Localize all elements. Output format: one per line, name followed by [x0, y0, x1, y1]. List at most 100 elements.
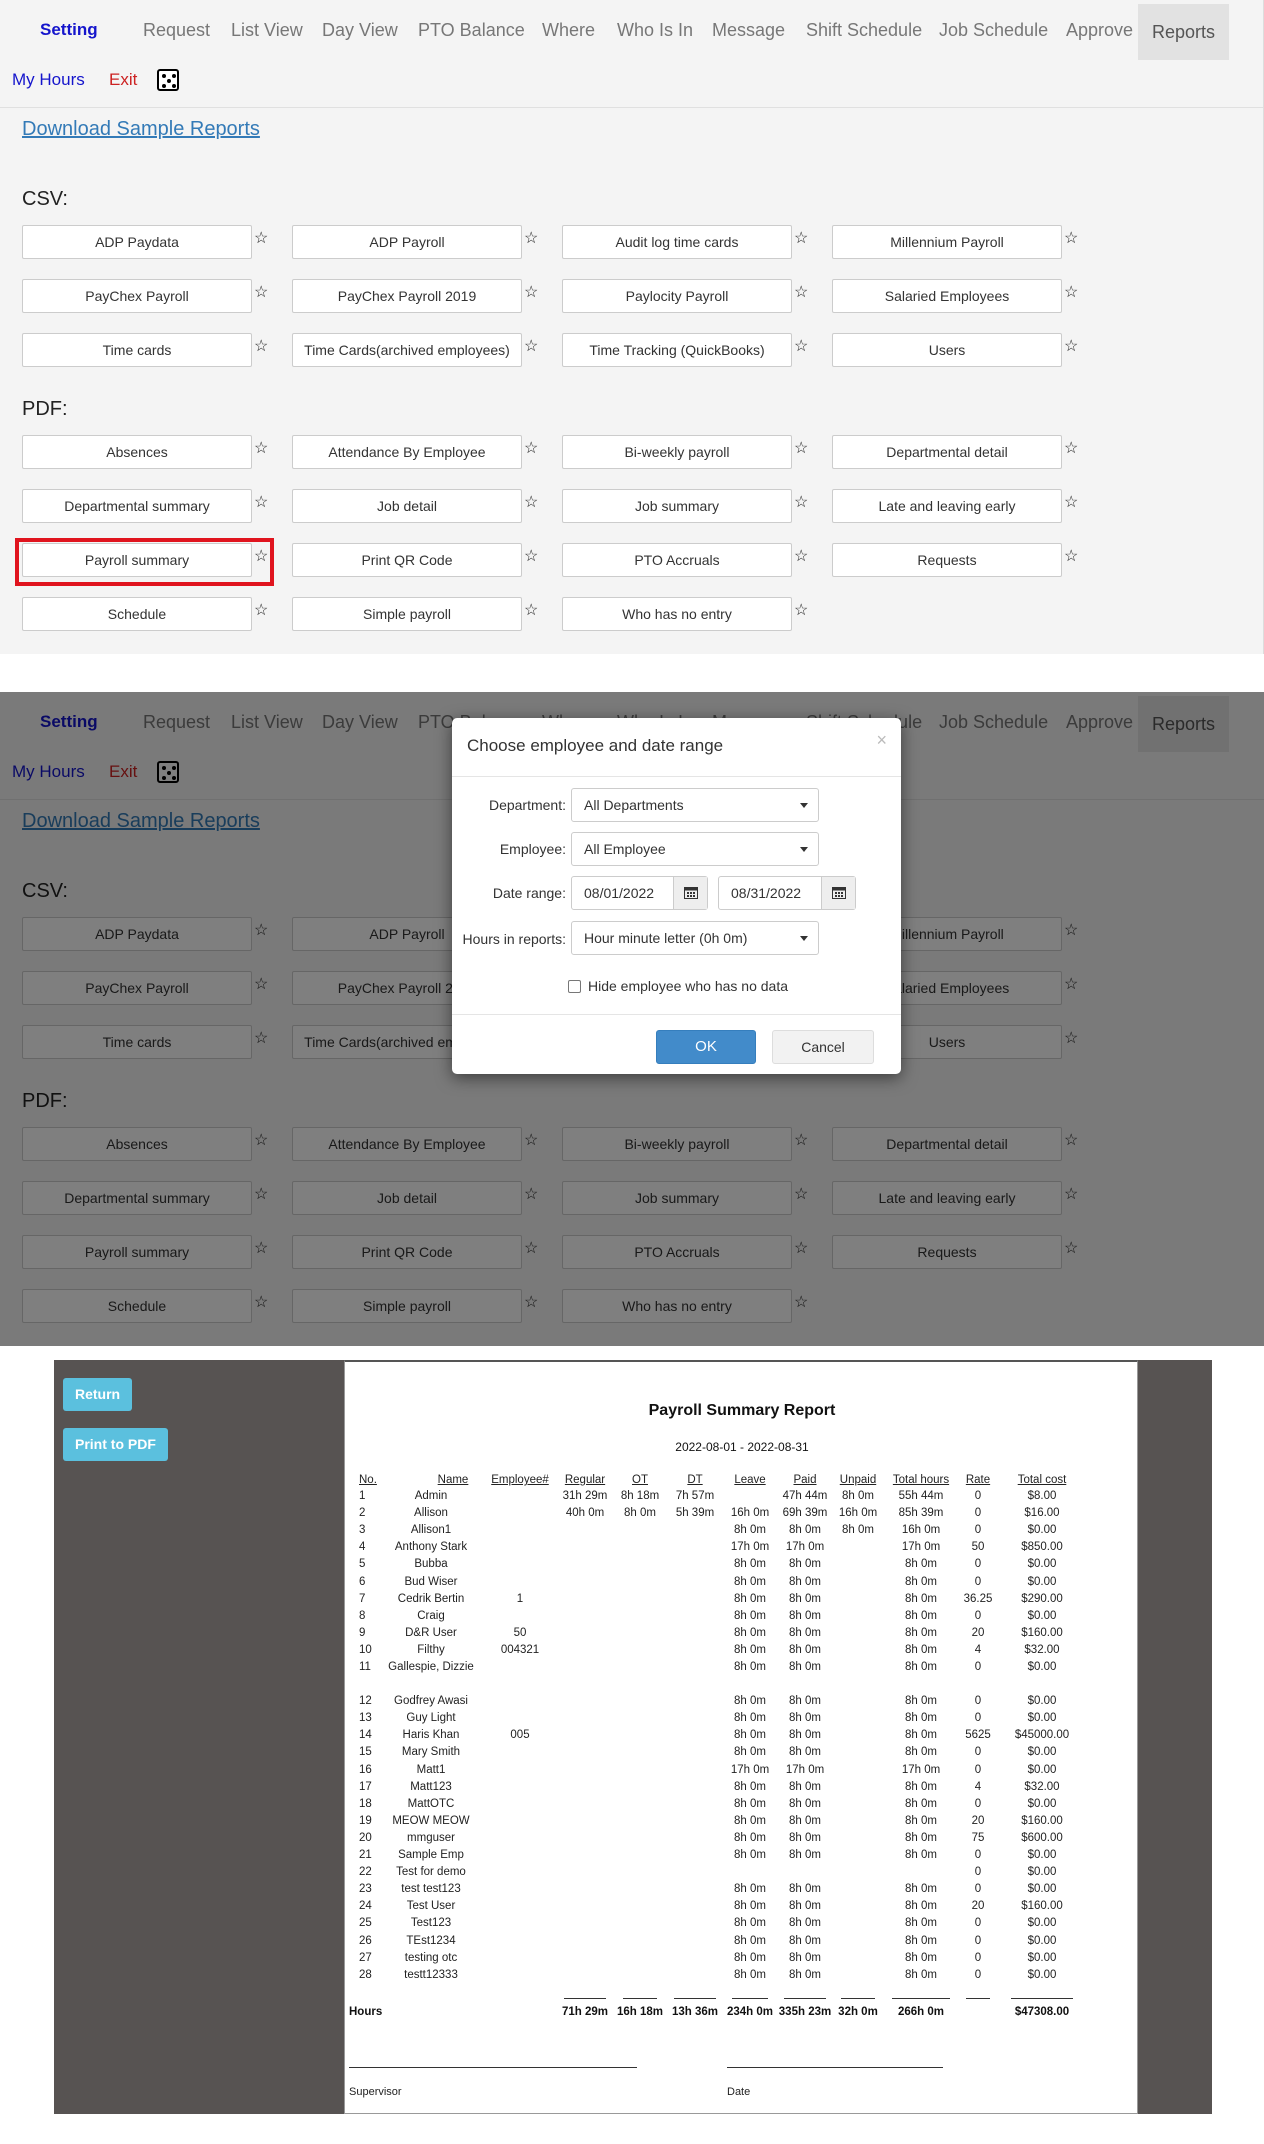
pdf-report-button[interactable]: Requests — [832, 543, 1062, 577]
date-to-input[interactable]: 08/31/2022 — [718, 876, 856, 910]
csv-report-button[interactable]: Salaried Employees — [832, 279, 1062, 313]
return-button[interactable]: Return — [63, 1378, 133, 1411]
favorite-star-icon[interactable]: ☆ — [254, 495, 268, 511]
download-sample-reports-link[interactable]: Download Sample Reports — [22, 118, 260, 141]
calendar-icon[interactable] — [821, 877, 855, 909]
pdf-report-button[interactable]: Departmental summary — [22, 489, 252, 523]
favorite-star-icon[interactable]: ☆ — [1064, 495, 1078, 511]
report-cell: 0 — [974, 1609, 982, 1622]
pdf-report-button[interactable]: Bi-weekly payroll — [562, 435, 792, 469]
pdf-report-button[interactable]: Job detail — [292, 489, 522, 523]
csv-report-button[interactable]: Users — [832, 333, 1062, 367]
nav-day-view[interactable]: Day View — [322, 20, 398, 41]
date-from-input[interactable]: 08/01/2022 — [571, 876, 708, 910]
csv-report-button[interactable]: PayChex Payroll — [22, 279, 252, 313]
csv-report-button[interactable]: Time cards — [22, 333, 252, 367]
pdf-report-button[interactable]: Simple payroll — [292, 597, 522, 631]
nav-job-schedule[interactable]: Job Schedule — [939, 20, 1048, 41]
favorite-star-icon[interactable]: ☆ — [794, 441, 808, 457]
favorite-star-icon[interactable]: ☆ — [254, 339, 268, 355]
nav-request[interactable]: Request — [143, 20, 210, 41]
favorite-star-icon[interactable]: ☆ — [524, 441, 538, 457]
report-cell: $160.00 — [1021, 1900, 1063, 1913]
close-icon[interactable]: × — [876, 730, 887, 751]
report-cell: Craig — [417, 1609, 445, 1622]
csv-report-button[interactable]: Millennium Payroll — [832, 225, 1062, 259]
report-cell: Test User — [406, 1900, 456, 1913]
report-cell: $0.00 — [1027, 1746, 1057, 1759]
csv-report-button[interactable]: ADP Paydata — [22, 225, 252, 259]
favorite-star-icon[interactable]: ☆ — [524, 231, 538, 247]
csv-report-button[interactable]: PayChex Payroll 2019 — [292, 279, 522, 313]
exit-link[interactable]: Exit — [109, 70, 137, 90]
nav-who-is-in[interactable]: Who Is In — [617, 20, 693, 41]
report-cell: 8h 0m — [789, 1780, 821, 1793]
favorite-star-icon[interactable]: ☆ — [1064, 285, 1078, 301]
favorite-star-icon[interactable]: ☆ — [794, 603, 808, 619]
csv-report-button[interactable]: ADP Payroll — [292, 225, 522, 259]
my-hours-link[interactable]: My Hours — [12, 70, 85, 89]
nav-shift-schedule[interactable]: Shift Schedule — [806, 20, 922, 41]
favorite-star-icon[interactable]: ☆ — [794, 285, 808, 301]
favorite-star-icon[interactable]: ☆ — [254, 285, 268, 301]
nav-approve[interactable]: Approve — [1066, 20, 1133, 41]
favorite-star-icon[interactable]: ☆ — [254, 441, 268, 457]
report-cell: Matt123 — [410, 1780, 452, 1793]
cancel-button[interactable]: Cancel — [772, 1030, 874, 1064]
csv-report-button[interactable]: Time Cards(archived employees) — [292, 333, 522, 367]
hide-no-data-label: Hide employee who has no data — [588, 978, 789, 994]
ok-button[interactable]: OK — [656, 1030, 756, 1064]
pdf-report-button[interactable]: Job summary — [562, 489, 792, 523]
report-cell: 47h 44m — [782, 1490, 828, 1502]
csv-report-button[interactable]: Audit log time cards — [562, 225, 792, 259]
print-to-pdf-button[interactable]: Print to PDF — [63, 1428, 168, 1461]
favorite-star-icon[interactable]: ☆ — [1064, 549, 1078, 565]
pdf-report-button[interactable]: Late and leaving early — [832, 489, 1062, 523]
pdf-report-button[interactable]: Attendance By Employee — [292, 435, 522, 469]
favorite-star-icon[interactable]: ☆ — [794, 231, 808, 247]
favorite-star-icon[interactable]: ☆ — [1064, 231, 1078, 247]
report-cell: $0.00 — [1027, 1661, 1057, 1673]
favorite-star-icon[interactable]: ☆ — [524, 549, 538, 565]
report-cell: $0.00 — [1027, 1524, 1057, 1537]
report-paper: Payroll Summary Report 2022-08-01 - 2022… — [344, 1360, 1138, 2114]
report-cell: Bubba — [414, 1558, 448, 1571]
pdf-report-button[interactable]: Absences — [22, 435, 252, 469]
favorite-star-icon[interactable]: ☆ — [794, 549, 808, 565]
favorite-star-icon[interactable]: ☆ — [254, 231, 268, 247]
report-cell: 8h 0m — [734, 1592, 766, 1605]
favorite-star-icon[interactable]: ☆ — [254, 603, 268, 619]
report-cell: 8h 0m — [789, 1695, 821, 1708]
favorite-star-icon[interactable]: ☆ — [524, 285, 538, 301]
favorite-star-icon[interactable]: ☆ — [524, 603, 538, 619]
nav-list-view[interactable]: List View — [231, 20, 303, 41]
favorite-star-icon[interactable]: ☆ — [1064, 339, 1078, 355]
pdf-report-button[interactable]: Schedule — [22, 597, 252, 631]
csv-report-button[interactable]: Paylocity Payroll — [562, 279, 792, 313]
favorite-star-icon[interactable]: ☆ — [524, 495, 538, 511]
favorite-star-icon[interactable]: ☆ — [794, 495, 808, 511]
nav-setting[interactable]: Setting — [40, 20, 98, 40]
department-select[interactable]: All Departments — [571, 788, 819, 822]
csv-report-button[interactable]: Time Tracking (QuickBooks) — [562, 333, 792, 367]
nav-message[interactable]: Message — [712, 20, 785, 41]
nav-reports[interactable]: Reports — [1138, 4, 1230, 60]
favorite-star-icon[interactable]: ☆ — [1064, 441, 1078, 457]
employee-select[interactable]: All Employee — [571, 832, 819, 866]
pdf-report-button[interactable]: Departmental detail — [832, 435, 1062, 469]
supervisor-label: Supervisor — [349, 2086, 402, 2098]
hours-format-select[interactable]: Hour minute letter (0h 0m) — [571, 921, 819, 955]
calendar-icon[interactable] — [673, 877, 707, 909]
pdf-report-button[interactable]: Print QR Code — [292, 543, 522, 577]
pdf-report-button[interactable]: Who has no entry — [562, 597, 792, 631]
favorite-star-icon[interactable]: ☆ — [794, 339, 808, 355]
pdf-report-button[interactable]: PTO Accruals — [562, 543, 792, 577]
report-cell: Gallespie, Dizzie — [388, 1661, 474, 1673]
nav-where[interactable]: Where — [542, 20, 595, 41]
dice-icon[interactable] — [157, 69, 179, 91]
hide-no-data-checkbox[interactable] — [568, 980, 581, 993]
report-cell: 8h 0m — [734, 1524, 766, 1537]
report-cell: 8h 0m — [734, 1695, 766, 1708]
favorite-star-icon[interactable]: ☆ — [524, 339, 538, 355]
nav-pto-balance[interactable]: PTO Balance — [418, 20, 525, 41]
